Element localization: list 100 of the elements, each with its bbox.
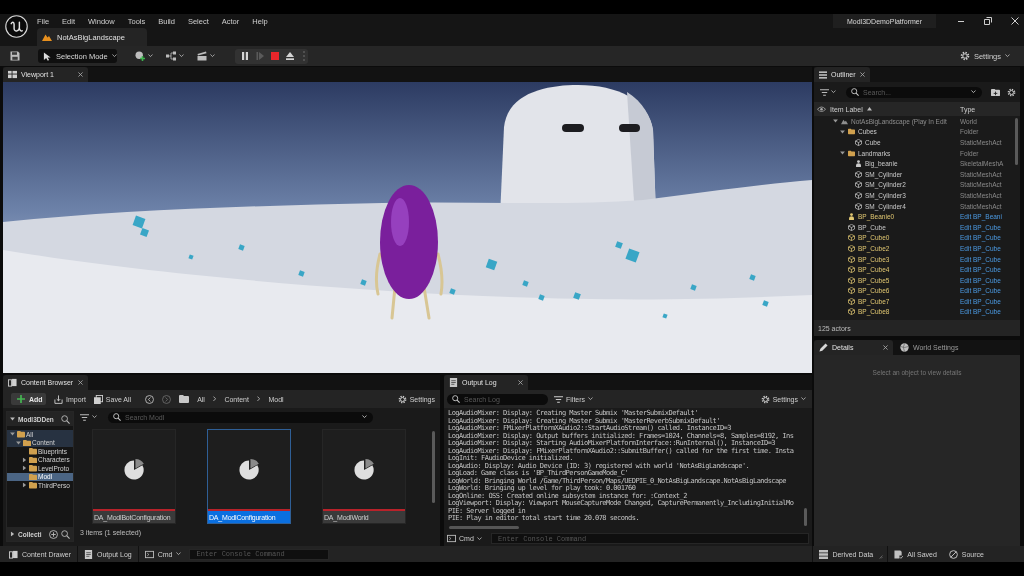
expand-arrow-icon[interactable] bbox=[22, 465, 27, 471]
mesh-icon bbox=[848, 223, 855, 231]
chevron-down-icon bbox=[476, 536, 482, 541]
scrollbar-thumb[interactable] bbox=[1015, 118, 1018, 165]
eye-icon[interactable] bbox=[817, 105, 826, 113]
save-all-icon bbox=[93, 394, 103, 404]
mesh-icon bbox=[848, 234, 855, 242]
folder-icon[interactable] bbox=[179, 394, 190, 404]
plus-circle-icon[interactable] bbox=[49, 529, 58, 539]
globe-icon bbox=[900, 343, 909, 352]
pie-chart-icon bbox=[352, 458, 376, 481]
person-icon bbox=[848, 213, 855, 221]
expand-arrow-icon[interactable] bbox=[10, 417, 15, 421]
filter-icon bbox=[554, 394, 563, 404]
cube-prop bbox=[485, 258, 498, 271]
expand-arrow-icon[interactable] bbox=[22, 457, 27, 463]
list-icon bbox=[819, 70, 827, 79]
chevron-down-icon[interactable] bbox=[210, 54, 215, 58]
scrollbar-thumb[interactable] bbox=[449, 526, 519, 529]
close-icon[interactable] bbox=[518, 380, 523, 385]
cube-prop bbox=[749, 274, 756, 281]
mesh-icon bbox=[855, 139, 862, 146]
pie-chart-icon bbox=[122, 458, 146, 481]
close-icon[interactable] bbox=[78, 72, 83, 77]
mesh-icon bbox=[855, 191, 862, 199]
mesh-icon bbox=[848, 297, 855, 305]
slashed-circle-icon bbox=[948, 549, 958, 559]
close-icon[interactable] bbox=[883, 345, 888, 350]
engine-logo-icon[interactable] bbox=[5, 15, 28, 38]
content-browser-icon bbox=[8, 378, 17, 387]
chevron-down-icon[interactable] bbox=[179, 54, 184, 58]
cube-prop bbox=[449, 288, 456, 295]
expand-arrow-icon[interactable] bbox=[833, 119, 838, 124]
mesh-icon bbox=[855, 181, 862, 189]
expand-arrow-icon[interactable] bbox=[10, 432, 15, 437]
terminal-icon bbox=[447, 534, 456, 543]
search-icon bbox=[851, 88, 859, 96]
search-icon[interactable] bbox=[61, 529, 70, 539]
document-icon bbox=[84, 549, 94, 559]
cube-prop bbox=[522, 280, 529, 287]
grid-icon bbox=[8, 70, 17, 79]
chevron-down-icon[interactable] bbox=[971, 90, 976, 94]
filter-icon[interactable] bbox=[80, 412, 89, 422]
chevron-down-icon[interactable] bbox=[92, 415, 97, 419]
cube-prop bbox=[298, 270, 305, 277]
restore-icon[interactable] bbox=[984, 17, 992, 25]
chevron-down-icon bbox=[1005, 54, 1010, 58]
landscape-icon bbox=[42, 32, 52, 42]
chevron-down-icon bbox=[588, 397, 594, 401]
document-icon bbox=[449, 378, 458, 387]
chevron-right-icon bbox=[256, 396, 261, 402]
scrollbar-thumb[interactable] bbox=[432, 431, 435, 503]
expand-arrow-icon[interactable] bbox=[10, 531, 15, 537]
search-icon bbox=[113, 413, 121, 421]
chevron-down-icon[interactable] bbox=[831, 90, 836, 94]
pause-icon[interactable] bbox=[241, 52, 249, 60]
back-icon[interactable] bbox=[145, 394, 155, 404]
landscape-icon bbox=[841, 117, 848, 125]
filter-icon[interactable] bbox=[820, 87, 829, 97]
expand-arrow-icon[interactable] bbox=[840, 151, 845, 156]
close-icon[interactable] bbox=[860, 72, 865, 77]
cube-prop bbox=[573, 292, 581, 300]
cursor-icon bbox=[43, 51, 52, 61]
mesh-icon bbox=[848, 276, 855, 284]
sphere-plus-icon[interactable] bbox=[135, 51, 145, 61]
expand-arrow-icon[interactable] bbox=[840, 129, 845, 134]
folder-plus-icon[interactable] bbox=[991, 87, 1000, 97]
cube-prop bbox=[360, 279, 367, 286]
terminal-icon bbox=[144, 549, 154, 559]
chevron-down-icon[interactable] bbox=[148, 54, 153, 58]
chevron-down-icon[interactable] bbox=[362, 415, 367, 419]
pencil-icon bbox=[819, 343, 828, 352]
folder-icon bbox=[848, 149, 855, 157]
gear-icon[interactable] bbox=[1007, 87, 1016, 97]
plus-icon bbox=[17, 395, 25, 403]
clapperboard-icon[interactable] bbox=[197, 51, 207, 61]
mesh-icon bbox=[848, 308, 855, 316]
save-icon[interactable] bbox=[10, 51, 20, 61]
cube-prop bbox=[690, 284, 697, 291]
scrollbar-thumb[interactable] bbox=[804, 508, 807, 526]
cube-prop bbox=[538, 294, 545, 301]
expand-arrow-icon[interactable] bbox=[16, 440, 21, 445]
close-icon[interactable] bbox=[1011, 17, 1019, 25]
cube-prop bbox=[188, 254, 194, 260]
close-icon[interactable] bbox=[78, 380, 83, 385]
chevron-down-icon bbox=[176, 552, 182, 556]
gear-icon bbox=[959, 51, 970, 61]
node-graph-icon[interactable] bbox=[166, 51, 176, 61]
eject-icon[interactable] bbox=[286, 52, 294, 60]
person-icon bbox=[855, 160, 862, 168]
expand-arrow-icon[interactable] bbox=[22, 482, 27, 488]
sort-ascending-icon[interactable] bbox=[866, 107, 872, 111]
gear-icon bbox=[397, 394, 407, 404]
chevron-down-icon bbox=[111, 54, 117, 58]
folder-icon bbox=[28, 482, 37, 489]
floppy-check-icon bbox=[894, 549, 904, 559]
database-icon bbox=[819, 549, 829, 559]
mesh-icon bbox=[848, 266, 855, 274]
search-icon[interactable] bbox=[61, 414, 70, 424]
chevron-down-icon bbox=[801, 397, 806, 401]
